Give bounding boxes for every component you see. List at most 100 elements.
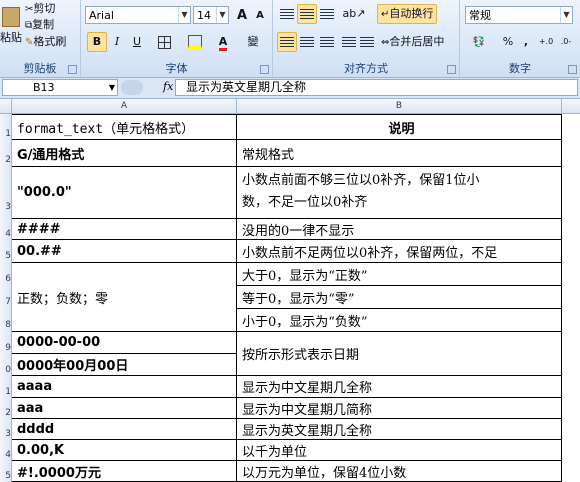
name-box[interactable]: B13 ▼	[2, 79, 118, 96]
merge-center-button[interactable]: ⇔合并后居中	[377, 32, 448, 52]
underline-button[interactable]: U	[127, 32, 147, 52]
table-cell-a1[interactable]: format_text（单元格格式）	[12, 114, 237, 140]
row-header[interactable]: 3	[0, 419, 12, 440]
increase-decimal-button[interactable]: +.0	[536, 32, 556, 52]
table-cell-b14[interactable]: 以千为单位	[237, 440, 562, 461]
align-middle-icon	[300, 9, 314, 19]
table-cell-a4[interactable]: ####	[12, 219, 237, 240]
font-size-select[interactable]: 14 ▼	[193, 6, 229, 24]
copy-label: 复制	[32, 18, 55, 31]
table-cell-a10[interactable]: 0000年00月00日	[12, 354, 237, 376]
format-painter-button[interactable]: ✎格式刷	[24, 33, 67, 50]
cell-text: dddd	[17, 421, 55, 437]
table-cell-b2[interactable]: 常规格式	[237, 140, 562, 167]
table-cell-b12[interactable]: 显示为中文星期几简称	[237, 398, 562, 419]
table-cell-b15[interactable]: 以万元为单位，保留4位小数	[237, 461, 562, 482]
table-cell-b7[interactable]: 等于0，显示为“零”	[237, 286, 562, 309]
row-header[interactable]: 2	[0, 398, 12, 419]
table-cell-b1[interactable]: 说明	[237, 114, 562, 140]
select-all-corner[interactable]	[0, 99, 12, 114]
grow-font-button[interactable]: A	[232, 6, 252, 26]
font-color-button[interactable]: A	[213, 32, 233, 52]
formula-content: 显示为英文星期几全称	[186, 80, 307, 94]
decrease-indent-button[interactable]	[339, 32, 359, 52]
row-header[interactable]: 6	[0, 263, 12, 286]
font-name-select[interactable]: Arial ▼	[85, 6, 191, 24]
table-cell-a9[interactable]: 0000-00-00	[12, 332, 237, 354]
column-header-a[interactable]: A	[12, 99, 237, 114]
table-cell-b3[interactable]: 小数点前面不够三位以0补齐，保留1位小 数，不足一位以0补齐	[237, 167, 562, 219]
table-cell-a14[interactable]: 0.00,K	[12, 440, 237, 461]
font-launcher-icon[interactable]	[260, 65, 269, 74]
column-header-c[interactable]	[562, 99, 580, 114]
row-header[interactable]: 0	[0, 354, 12, 376]
cell-text: ####	[17, 221, 61, 237]
cell-text: 0000年00月00日	[17, 359, 129, 374]
percent-button[interactable]: %	[498, 32, 518, 52]
row-header[interactable]: 9	[0, 332, 12, 354]
align-top-button[interactable]	[277, 4, 297, 24]
row-header[interactable]: 7	[0, 286, 12, 309]
row-header[interactable]: 5	[0, 461, 12, 482]
table-cell-b5[interactable]: 小数点前不足两位以0补齐，保留两位，不足	[237, 240, 562, 263]
formula-input[interactable]: 显示为英文星期几全称	[175, 79, 578, 96]
shrink-font-button[interactable]: A	[250, 6, 270, 26]
table-cell-b6[interactable]: 大于0，显示为“正数”	[237, 263, 562, 286]
table-cell-a2[interactable]: G/通用格式	[12, 140, 237, 167]
table-cell-a3[interactable]: "000.0"	[12, 167, 237, 219]
column-c-area[interactable]	[562, 114, 580, 482]
decrease-decimal-icon: .0-	[560, 37, 572, 46]
italic-button[interactable]: I	[107, 32, 127, 52]
align-bottom-button[interactable]	[317, 4, 337, 24]
number-format-select[interactable]: 常规 ▼	[465, 6, 573, 24]
align-right-button[interactable]	[317, 32, 337, 52]
align-middle-button[interactable]	[297, 4, 317, 24]
cut-button[interactable]: ✂剪切	[24, 0, 56, 17]
clipboard-launcher-icon[interactable]	[68, 65, 77, 74]
insert-function-icon[interactable]: fx	[163, 80, 173, 93]
border-button[interactable]	[154, 32, 174, 52]
table-cell-a6-merged[interactable]: 正数；负数；零	[12, 263, 237, 332]
cell-text: 大于0，显示为“正数”	[242, 268, 368, 284]
row-header[interactable]: 8	[0, 309, 12, 332]
row-header[interactable]: 5	[0, 240, 12, 263]
copy-button[interactable]: ⧉复制	[24, 16, 55, 33]
decrease-decimal-button[interactable]: .0-	[556, 32, 576, 52]
row-header[interactable]: 4	[0, 219, 12, 240]
alignment-launcher-icon[interactable]	[447, 65, 456, 74]
underline-icon: U	[132, 35, 142, 48]
phonetic-button[interactable]: 變	[243, 32, 263, 52]
align-left-button[interactable]	[277, 32, 297, 52]
row-header[interactable]: 2	[0, 140, 12, 167]
phonetic-icon: 變	[247, 35, 259, 48]
table-cell-b9-merged[interactable]: 按所示形式表示日期	[237, 332, 562, 376]
number-format-value: 常规	[469, 9, 491, 22]
paste-button[interactable]: 粘贴	[0, 2, 22, 56]
currency-button[interactable]: 💱	[466, 32, 492, 52]
orientation-button[interactable]: ab↗	[341, 4, 367, 24]
wrap-text-button[interactable]: ↵自动换行	[377, 4, 438, 24]
row-header[interactable]: 1	[0, 114, 12, 140]
row-header[interactable]: 3	[0, 167, 12, 219]
table-cell-a12[interactable]: aaa	[12, 398, 237, 419]
cell-text: 00.##	[17, 243, 62, 259]
increase-indent-button[interactable]	[357, 32, 377, 52]
chevron-down-icon: ▼	[108, 83, 115, 92]
column-header-b[interactable]: B	[237, 99, 562, 114]
row-header[interactable]: 4	[0, 440, 12, 461]
comma-button[interactable]: ,	[516, 32, 536, 52]
number-launcher-icon[interactable]	[568, 65, 577, 74]
table-cell-a11[interactable]: aaaa	[12, 376, 237, 398]
table-cell-a5[interactable]: 00.##	[12, 240, 237, 263]
table-cell-a13[interactable]: dddd	[12, 419, 237, 440]
table-cell-b4[interactable]: 没用的0一律不显示	[237, 219, 562, 240]
table-cell-a15[interactable]: #!.0000万元	[12, 461, 237, 482]
fill-color-button[interactable]	[185, 32, 205, 52]
table-cell-b13[interactable]: 显示为英文星期几全称	[237, 419, 562, 440]
align-center-button[interactable]	[297, 32, 317, 52]
row-header[interactable]: 1	[0, 376, 12, 398]
border-icon	[157, 35, 171, 49]
table-cell-b8[interactable]: 小于0，显示为“负数”	[237, 309, 562, 332]
bold-button[interactable]: B	[87, 32, 107, 52]
table-cell-b11[interactable]: 显示为中文星期几全称	[237, 376, 562, 398]
